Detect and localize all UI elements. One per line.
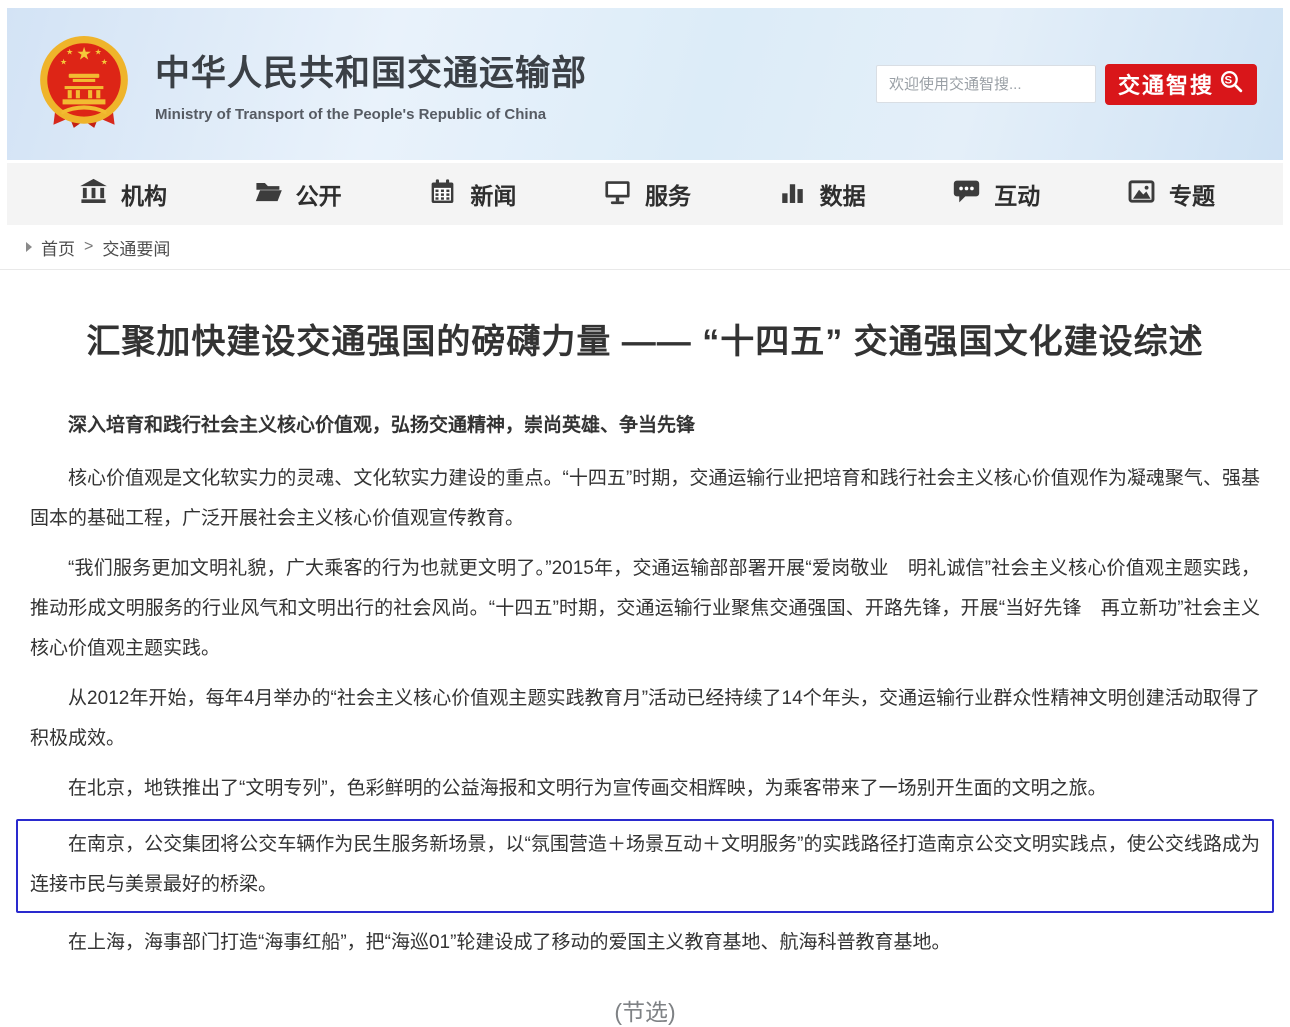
article-paragraph: 在上海，海事部门打造“海事红船”，把“海巡01”轮建设成了移动的爱国主义教育基地… [30,923,1260,963]
search-button-label: 交通智搜 [1118,68,1214,100]
nav-label: 服务 [645,177,691,211]
article-title: 汇聚加快建设交通强国的磅礴力量 —— “十四五” 交通强国文化建设综述 [30,314,1260,363]
svg-text:★: ★ [101,58,108,67]
site-subtitle: Ministry of Transport of the People's Re… [155,106,587,123]
site-banner: ★ ★ ★ ★ ★ 中华人民共和国交通运输部 Ministry of Trans… [7,8,1283,160]
nav-label: 机构 [121,177,167,211]
china-national-emblem-logo: ★ ★ ★ ★ ★ [33,32,135,136]
breadcrumb-current: 交通要闻 [102,235,170,260]
article: 汇聚加快建设交通强国的磅礴力量 —— “十四五” 交通强国文化建设综述 深入培育… [0,270,1290,1027]
speech-bubble-icon [952,177,981,211]
article-lead: 深入培育和践行社会主义核心价值观，弘扬交通精神，崇尚英雄、争当先锋 [30,409,1260,443]
nav-item-jigou[interactable]: 机构 [79,177,167,211]
article-paragraph: 核心价值观是文化软实力的灵魂、文化软实力建设的重点。“十四五”时期，交通运输行业… [30,459,1260,539]
nav-item-zhuanti[interactable]: 专题 [1127,177,1215,211]
bar-chart-icon [778,177,807,211]
calendar-icon [428,177,457,211]
bank-icon [79,177,108,211]
nav-item-shuju[interactable]: 数据 [778,177,866,211]
nav-item-fuwu[interactable]: 服务 [603,177,691,211]
svg-text:S: S [1225,74,1235,86]
nav-label: 专题 [1169,177,1215,211]
article-paragraph-highlighted: 在南京，公交集团将公交车辆作为民生服务新场景，以“氛围营造＋场景互动＋文明服务”… [30,825,1260,905]
search-area: 交通智搜 S [876,64,1257,105]
breadcrumb-home-link[interactable]: 首页 [41,235,75,260]
folder-icon [254,177,283,211]
nav-label: 互动 [994,177,1040,211]
nav-item-xinwen[interactable]: 新闻 [428,177,516,211]
monitor-icon [603,177,632,211]
breadcrumb-arrow-icon [26,242,32,252]
nav-item-hudong[interactable]: 互动 [952,177,1040,211]
article-paragraph: “我们服务更加文明礼貌，广大乘客的行为也就更文明了。”2015年，交通运输部部署… [30,549,1260,669]
site-title-block: 中华人民共和国交通运输部 Ministry of Transport of th… [155,45,587,123]
site-title: 中华人民共和国交通运输部 [155,45,587,96]
highlighted-paragraph-box: 在南京，公交集团将公交车辆作为民生服务新场景，以“氛围营造＋场景互动＋文明服务”… [16,819,1274,913]
magnifier-s-icon: S [1219,69,1244,100]
nav-label: 数据 [820,177,866,211]
main-navbar: 机构 公开 新闻 [7,163,1283,225]
svg-text:★: ★ [76,44,92,64]
picture-icon [1127,177,1156,211]
article-paragraph: 从2012年开始，每年4月举办的“社会主义核心价值观主题实践教育月”活动已经持续… [30,679,1260,759]
search-input[interactable] [876,65,1096,103]
nav-label: 新闻 [470,177,516,211]
smart-search-button[interactable]: 交通智搜 S [1105,64,1257,105]
article-footnote: (节选) [30,993,1260,1027]
breadcrumb: 首页 > 交通要闻 [0,225,1290,270]
svg-text:★: ★ [95,47,102,56]
nav-label: 公开 [296,177,342,211]
svg-text:★: ★ [60,58,67,67]
breadcrumb-separator: > [84,238,93,256]
nav-item-gongkai[interactable]: 公开 [254,177,342,211]
svg-text:★: ★ [66,47,73,56]
article-paragraph: 在北京，地铁推出了“文明专列”，色彩鲜明的公益海报和文明行为宣传画交相辉映，为乘… [30,769,1260,809]
